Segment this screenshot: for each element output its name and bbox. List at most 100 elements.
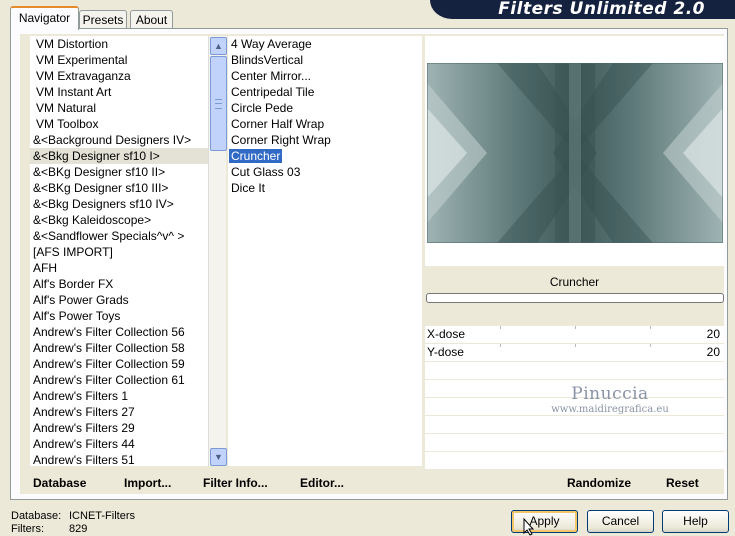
- cancel-button[interactable]: Cancel: [587, 510, 654, 533]
- tab-about[interactable]: About: [130, 10, 173, 29]
- slider-tick: [650, 326, 651, 329]
- category-item[interactable]: Andrew's Filters 27: [30, 404, 208, 420]
- category-item[interactable]: VM Distortion: [30, 36, 208, 52]
- category-item[interactable]: [AFS IMPORT]: [30, 244, 208, 260]
- progress-bar: [426, 293, 724, 303]
- category-item[interactable]: &<BKg Designer sf10 III>: [30, 180, 208, 196]
- param-row-empty: [425, 416, 724, 434]
- navigator-panel: VM Distortion VM Experimental VM Extravaga…: [10, 28, 728, 500]
- filter-item-label: Dice It: [231, 181, 266, 195]
- tab-presets[interactable]: Presets: [79, 10, 127, 29]
- param-label: X-dose: [427, 327, 466, 341]
- filter-list[interactable]: 4 Way Average BlindsVertical Center Mirror…: [228, 36, 422, 466]
- category-scrollbar[interactable]: ▲ ▼: [208, 36, 227, 466]
- selected-filter-name: Cruncher: [549, 275, 600, 289]
- filter-item[interactable]: BlindsVertical: [228, 52, 422, 68]
- filter-item-label: 4 Way Average: [231, 37, 312, 51]
- mouse-cursor-icon: [523, 518, 535, 536]
- filter-item[interactable]: Corner Right Wrap: [228, 132, 422, 148]
- filter-item-label: Centripedal Tile: [231, 85, 315, 99]
- filters-count: 829: [69, 523, 88, 535]
- category-item[interactable]: Alf's Power Toys: [30, 308, 208, 324]
- filter-item[interactable]: Circle Pede: [228, 100, 422, 116]
- filter-item-label: Cut Glass 03: [231, 165, 301, 179]
- category-item[interactable]: Andrew's Filters 1: [30, 388, 208, 404]
- category-item[interactable]: &<BKg Designer sf10 II>: [30, 164, 208, 180]
- param-value: 20: [706, 327, 720, 341]
- database-value: ICNET-Filters: [69, 510, 135, 522]
- slider-tick: [575, 344, 576, 347]
- filter-item[interactable]: Corner Half Wrap: [228, 116, 422, 132]
- slider-tick: [500, 326, 501, 329]
- chevron-up-icon: ▲: [214, 41, 223, 51]
- navigator-content: VM Distortion VM Experimental VM Extravaga…: [20, 34, 724, 494]
- preview-pattern: [427, 63, 723, 243]
- title-banner: Filters Unlimited 2.0: [430, 0, 735, 19]
- category-item[interactable]: &<Bkg Designers sf10 IV>: [30, 196, 208, 212]
- scroll-up-button[interactable]: ▲: [210, 37, 227, 55]
- import-button[interactable]: Import...: [124, 474, 171, 492]
- filter-item[interactable]: Dice It: [228, 180, 422, 196]
- category-item[interactable]: Andrew's Filters 29: [30, 420, 208, 436]
- watermark-url: www.maidiregrafica.eu: [551, 404, 669, 415]
- watermark-name: Pinuccia: [571, 384, 649, 404]
- category-item[interactable]: VM Extravaganza: [30, 68, 208, 84]
- param-row[interactable]: X-dose 20: [425, 326, 724, 344]
- category-item[interactable]: &<Sandflower Specials^v^ >: [30, 228, 208, 244]
- watermark: Pinuccia www.maidiregrafica.eu: [545, 386, 675, 415]
- reset-button[interactable]: Reset: [666, 474, 699, 492]
- category-item[interactable]: Andrew's Filter Collection 61: [30, 372, 208, 388]
- category-item[interactable]: Andrew's Filter Collection 59: [30, 356, 208, 372]
- tab-navigator[interactable]: Navigator: [10, 6, 79, 30]
- category-item[interactable]: Alf's Border FX: [30, 276, 208, 292]
- filter-item[interactable]: Center Mirror...: [228, 68, 422, 84]
- category-item[interactable]: VM Experimental: [30, 52, 208, 68]
- apply-button[interactable]: Apply: [511, 510, 578, 533]
- filter-item-label: Corner Right Wrap: [231, 133, 331, 147]
- help-button[interactable]: Help: [662, 510, 729, 533]
- slider-tick: [650, 344, 651, 347]
- filters-label: Filters:: [11, 523, 44, 535]
- category-item[interactable]: Andrew's Filter Collection 56: [30, 324, 208, 340]
- filter-item[interactable]: 4 Way Average: [228, 36, 422, 52]
- editor-button[interactable]: Editor...: [300, 474, 344, 492]
- slider-tick: [575, 326, 576, 329]
- category-item[interactable]: Andrew's Filters 44: [30, 436, 208, 452]
- param-value: 20: [706, 345, 720, 359]
- category-item[interactable]: Andrew's Filter Collection 58: [30, 340, 208, 356]
- category-item[interactable]: Andrew's Filters 51: [30, 452, 208, 466]
- database-button[interactable]: Database: [33, 474, 86, 492]
- database-label: Database:: [11, 510, 62, 522]
- window-title: Filters Unlimited 2.0: [498, 0, 705, 19]
- chevron-down-icon: ▼: [214, 452, 223, 462]
- param-row-empty: [425, 362, 724, 380]
- filter-info-button[interactable]: Filter Info...: [203, 474, 268, 492]
- param-row-empty: [425, 452, 724, 470]
- category-item[interactable]: VM Instant Art: [30, 84, 208, 100]
- param-row[interactable]: Y-dose 20: [425, 344, 724, 362]
- category-item[interactable]: VM Toolbox: [30, 116, 208, 132]
- filter-item-label: Cruncher: [229, 149, 283, 163]
- category-item[interactable]: Alf's Power Grads: [30, 292, 208, 308]
- category-item[interactable]: VM Natural: [30, 100, 208, 116]
- category-item[interactable]: &<Bkg Kaleidoscope>: [30, 212, 208, 228]
- category-item[interactable]: &<Bkg Designer sf10 I>: [30, 148, 208, 164]
- filter-item-label: Center Mirror...: [231, 69, 312, 83]
- preview-image: [427, 63, 723, 243]
- grip-icon: [215, 99, 222, 109]
- category-list[interactable]: VM Distortion VM Experimental VM Extravaga…: [30, 36, 208, 466]
- scroll-down-button[interactable]: ▼: [210, 448, 227, 466]
- filter-item-label: Corner Half Wrap: [231, 117, 325, 131]
- slider-tick: [500, 344, 501, 347]
- filter-item[interactable]: Cruncher: [228, 148, 422, 164]
- category-item[interactable]: &<Background Designers IV>: [30, 132, 208, 148]
- category-item[interactable]: AFH: [30, 260, 208, 276]
- preview-area: [425, 36, 724, 266]
- randomize-button[interactable]: Randomize: [567, 474, 631, 492]
- filter-item-label: BlindsVertical: [231, 53, 304, 67]
- param-label: Y-dose: [427, 345, 464, 359]
- filter-item-label: Circle Pede: [231, 101, 294, 115]
- scroll-thumb[interactable]: [210, 56, 227, 151]
- filter-item[interactable]: Cut Glass 03: [228, 164, 422, 180]
- filter-item[interactable]: Centripedal Tile: [228, 84, 422, 100]
